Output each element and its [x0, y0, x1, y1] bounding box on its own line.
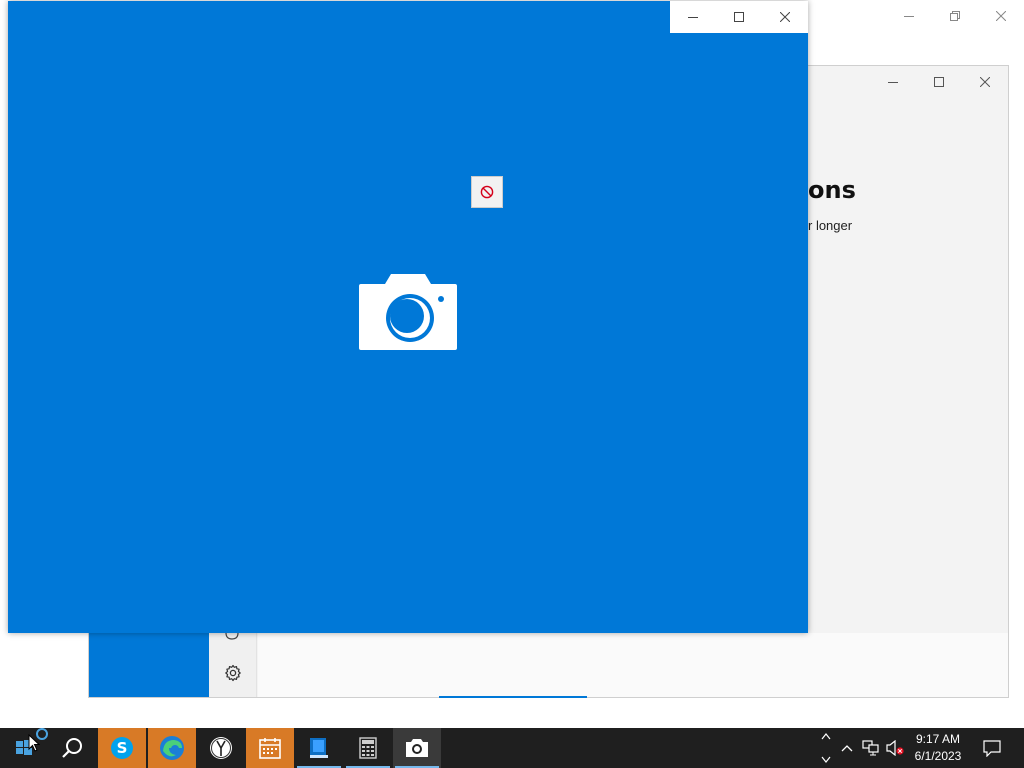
- taskbar-skype[interactable]: S: [98, 728, 146, 768]
- camera-maximize-button[interactable]: [716, 1, 762, 33]
- background-restore-button[interactable]: [932, 0, 978, 32]
- settings-accent-panel: [89, 633, 209, 697]
- settings-page-subtitle: r longer: [808, 218, 853, 233]
- skype-icon: S: [111, 737, 133, 759]
- partial-nav-icon: [225, 633, 239, 640]
- edge-icon: [160, 736, 184, 760]
- no-entry-icon: [480, 185, 494, 199]
- settings-close-button[interactable]: [962, 66, 1008, 98]
- scroll-arrows-icon: [821, 733, 831, 763]
- camera-window[interactable]: [8, 1, 808, 633]
- maximize-icon: [734, 12, 744, 22]
- close-icon: [780, 12, 790, 22]
- settings-content-area: [258, 633, 1008, 697]
- minimize-icon: [904, 16, 914, 17]
- taskbar-book[interactable]: [295, 728, 343, 768]
- minimize-icon: [688, 17, 698, 18]
- camera-close-button[interactable]: [762, 1, 808, 33]
- background-minimize-button[interactable]: [886, 0, 932, 32]
- maximize-icon: [934, 77, 944, 87]
- blocked-camera-button[interactable]: [471, 176, 503, 208]
- camera-window-controls: [670, 1, 808, 33]
- book-icon: [310, 738, 328, 758]
- clock-icon: [210, 737, 232, 759]
- mouse-pointer-icon: [28, 734, 40, 752]
- close-icon: [996, 11, 1006, 21]
- settings-minimize-button[interactable]: [870, 66, 916, 98]
- search-button[interactable]: [48, 728, 96, 768]
- start-button[interactable]: [0, 728, 48, 768]
- background-close-button[interactable]: [978, 0, 1024, 32]
- chevron-up-icon: [841, 745, 853, 752]
- volume-muted-icon: [886, 740, 904, 756]
- tray-clock[interactable]: 9:17 AM 6/1/2023: [906, 731, 970, 765]
- restore-icon: [950, 11, 960, 21]
- settings-maximize-button[interactable]: [916, 66, 962, 98]
- taskbar-camera[interactable]: [393, 728, 441, 768]
- camera-minimize-button[interactable]: [670, 1, 716, 33]
- tray-time: 9:17 AM: [915, 732, 961, 746]
- taskbar-calendar[interactable]: [246, 728, 294, 768]
- volume-tray-button[interactable]: [884, 728, 906, 768]
- taskbar-clock[interactable]: [197, 728, 245, 768]
- calculator-icon: [359, 737, 377, 759]
- settings-gear-icon[interactable]: [224, 664, 242, 682]
- skype-icon-label: S: [117, 739, 128, 757]
- calendar-icon: [259, 738, 281, 759]
- network-icon: [862, 740, 879, 756]
- camera-icon: [359, 274, 457, 350]
- close-icon: [980, 77, 990, 87]
- tray-date: 6/1/2023: [914, 749, 962, 763]
- taskbar-scroll-buttons[interactable]: [818, 728, 834, 768]
- settings-focus-underline: [439, 696, 587, 698]
- camera-app-icon: [406, 739, 428, 757]
- taskbar-edge[interactable]: [148, 728, 196, 768]
- network-tray-button[interactable]: [860, 728, 882, 768]
- action-center-button[interactable]: [972, 728, 1012, 768]
- background-window-controls: [886, 0, 1024, 32]
- settings-page-title: ons: [808, 176, 856, 204]
- settings-window: ons r longer: [808, 65, 1009, 698]
- settings-window-lower: [88, 633, 1008, 698]
- notification-icon: [983, 740, 1001, 757]
- settings-nav-rail: [209, 633, 257, 697]
- taskbar: S 9:17 AM 6/1/2023: [0, 728, 1024, 768]
- minimize-icon: [888, 82, 898, 83]
- taskbar-calculator[interactable]: [344, 728, 392, 768]
- search-icon: [62, 738, 82, 758]
- show-hidden-icons-button[interactable]: [836, 728, 858, 768]
